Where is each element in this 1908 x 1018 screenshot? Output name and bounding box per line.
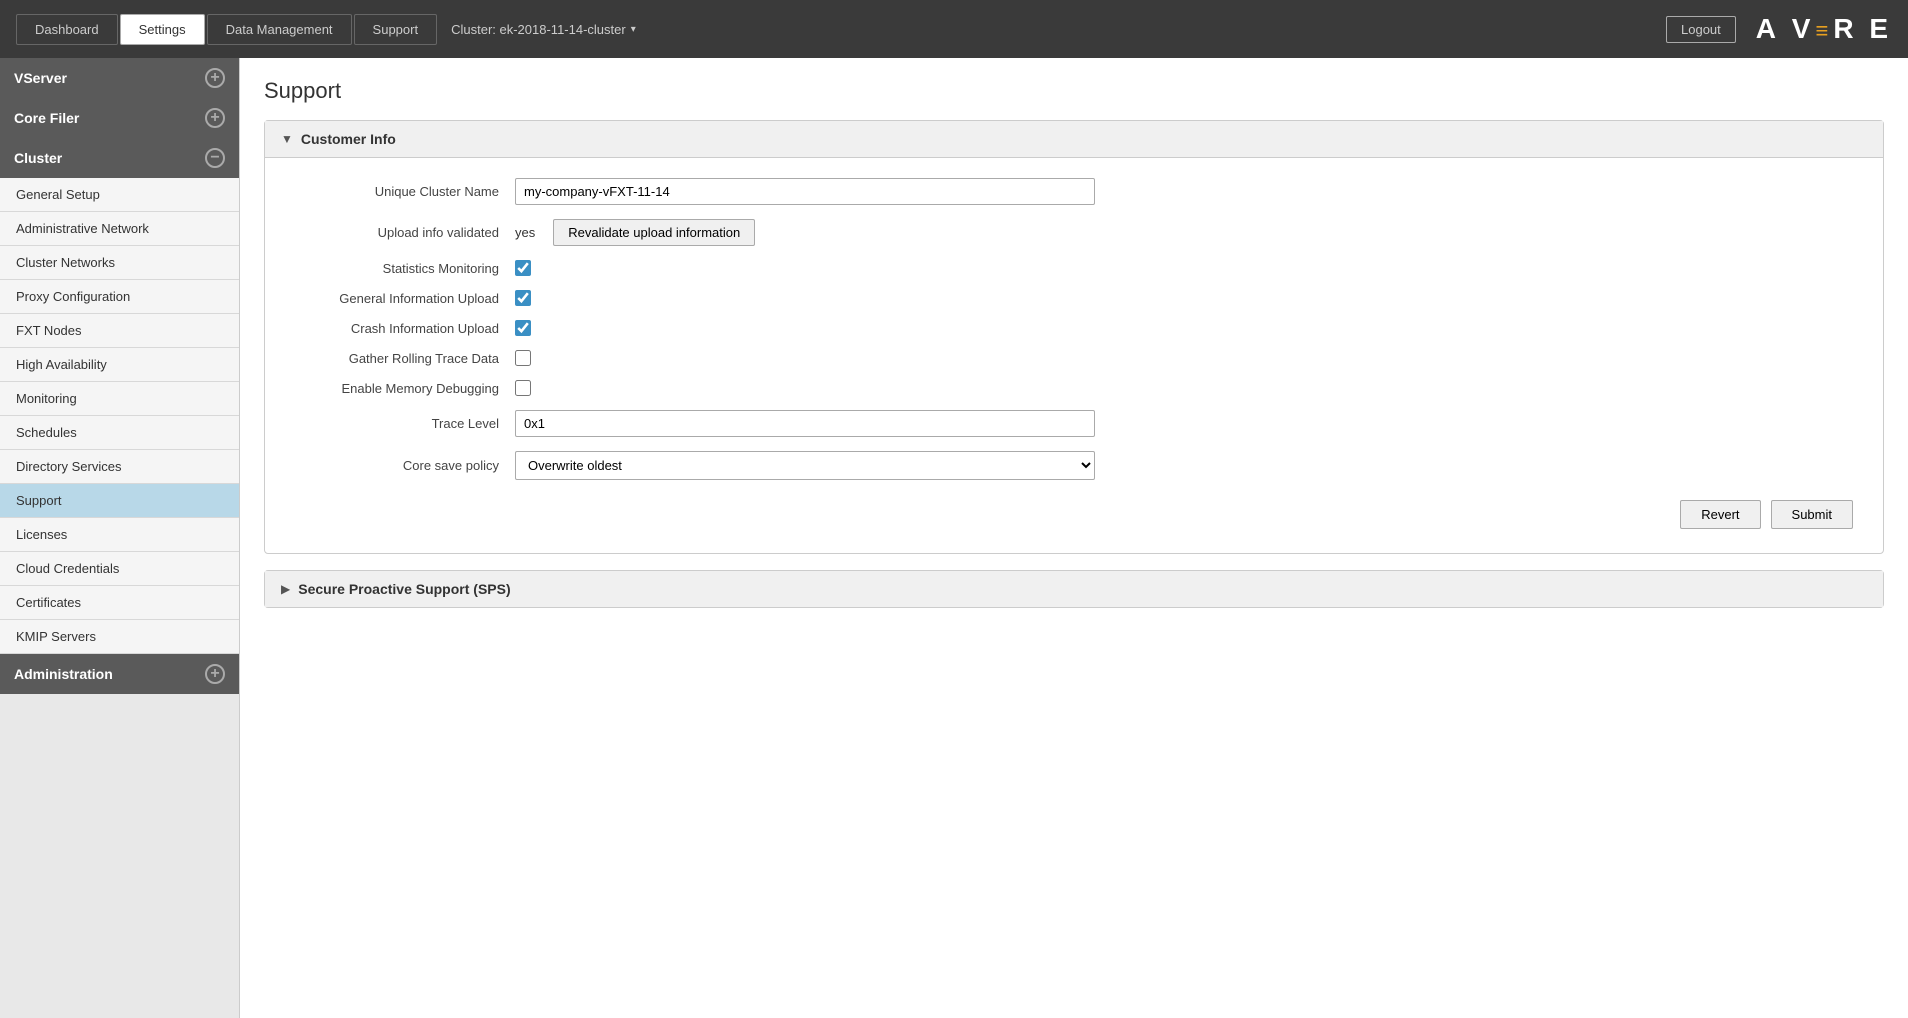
enable-memory-debug-row: Enable Memory Debugging bbox=[295, 380, 1853, 396]
sidebar-item-cluster-networks[interactable]: Cluster Networks bbox=[0, 246, 239, 280]
core-save-policy-label: Core save policy bbox=[295, 458, 515, 473]
upload-info-label: Upload info validated bbox=[295, 225, 515, 240]
core-save-policy-select[interactable]: Overwrite oldest Keep newest Disabled bbox=[515, 451, 1095, 480]
sidebar-section-vserver-label: VServer bbox=[14, 70, 67, 86]
sidebar-item-fxt-nodes[interactable]: FXT Nodes bbox=[0, 314, 239, 348]
sidebar-section-vserver[interactable]: VServer + bbox=[0, 58, 239, 98]
tab-data-management[interactable]: Data Management bbox=[207, 14, 352, 45]
sidebar-section-cluster-label: Cluster bbox=[14, 150, 62, 166]
page-title: Support bbox=[264, 78, 1884, 104]
revalidate-button[interactable]: Revalidate upload information bbox=[553, 219, 755, 246]
sidebar-item-kmip-servers[interactable]: KMIP Servers bbox=[0, 620, 239, 654]
general-info-upload-control bbox=[515, 290, 1853, 306]
crash-info-upload-checkbox[interactable] bbox=[515, 320, 531, 336]
sps-panel-title: Secure Proactive Support (SPS) bbox=[298, 581, 510, 597]
sidebar-item-certificates[interactable]: Certificates bbox=[0, 586, 239, 620]
upload-info-status: yes bbox=[515, 225, 535, 240]
customer-info-panel: ▼ Customer Info Unique Cluster Name Uplo… bbox=[264, 120, 1884, 554]
cluster-selector[interactable]: Cluster: ek-2018-11-14-cluster ▾ bbox=[451, 22, 636, 37]
upload-info-control: yes Revalidate upload information bbox=[515, 219, 1853, 246]
avere-logo: A V≡R E bbox=[1756, 13, 1892, 45]
sidebar-section-administration-label: Administration bbox=[14, 666, 113, 682]
statistics-monitoring-control bbox=[515, 260, 1853, 276]
crash-info-upload-label: Crash Information Upload bbox=[295, 321, 515, 336]
sidebar-item-proxy-configuration[interactable]: Proxy Configuration bbox=[0, 280, 239, 314]
gather-rolling-trace-label: Gather Rolling Trace Data bbox=[295, 351, 515, 366]
sidebar-item-high-availability[interactable]: High Availability bbox=[0, 348, 239, 382]
sidebar-section-corefiler[interactable]: Core Filer + bbox=[0, 98, 239, 138]
tab-settings[interactable]: Settings bbox=[120, 14, 205, 45]
sidebar-section-administration[interactable]: Administration + bbox=[0, 654, 239, 694]
trace-level-input[interactable] bbox=[515, 410, 1095, 437]
general-info-upload-checkbox[interactable] bbox=[515, 290, 531, 306]
administration-expand-icon[interactable]: + bbox=[205, 664, 225, 684]
vserver-expand-icon[interactable]: + bbox=[205, 68, 225, 88]
sidebar-item-general-setup[interactable]: General Setup bbox=[0, 178, 239, 212]
sps-panel: ▶ Secure Proactive Support (SPS) bbox=[264, 570, 1884, 608]
enable-memory-debug-checkbox[interactable] bbox=[515, 380, 531, 396]
cluster-collapse-icon[interactable]: − bbox=[205, 148, 225, 168]
main-layout: VServer + Core Filer + Cluster − General… bbox=[0, 58, 1908, 1018]
sidebar-item-support[interactable]: Support bbox=[0, 484, 239, 518]
core-save-policy-control: Overwrite oldest Keep newest Disabled bbox=[515, 451, 1853, 480]
customer-info-panel-title: Customer Info bbox=[301, 131, 396, 147]
trace-level-control bbox=[515, 410, 1853, 437]
topbar-right: Logout A V≡R E bbox=[1666, 13, 1892, 45]
sidebar-item-licenses[interactable]: Licenses bbox=[0, 518, 239, 552]
customer-info-panel-header[interactable]: ▼ Customer Info bbox=[265, 121, 1883, 158]
sps-panel-header[interactable]: ▶ Secure Proactive Support (SPS) bbox=[265, 571, 1883, 607]
nav-tabs: Dashboard Settings Data Management Suppo… bbox=[16, 14, 636, 45]
sidebar-item-administrative-network[interactable]: Administrative Network bbox=[0, 212, 239, 246]
statistics-monitoring-checkbox[interactable] bbox=[515, 260, 531, 276]
sidebar-item-cloud-credentials[interactable]: Cloud Credentials bbox=[0, 552, 239, 586]
sidebar-section-cluster[interactable]: Cluster − bbox=[0, 138, 239, 178]
general-info-upload-label: General Information Upload bbox=[295, 291, 515, 306]
cluster-dropdown-icon: ▾ bbox=[631, 24, 636, 35]
unique-cluster-name-input[interactable] bbox=[515, 178, 1095, 205]
sidebar-item-directory-services[interactable]: Directory Services bbox=[0, 450, 239, 484]
enable-memory-debug-label: Enable Memory Debugging bbox=[295, 381, 515, 396]
sidebar-item-monitoring[interactable]: Monitoring bbox=[0, 382, 239, 416]
customer-info-panel-body: Unique Cluster Name Upload info validate… bbox=[265, 158, 1883, 553]
unique-cluster-name-label: Unique Cluster Name bbox=[295, 184, 515, 199]
form-actions: Revert Submit bbox=[295, 500, 1853, 529]
sidebar-section-corefiler-label: Core Filer bbox=[14, 110, 79, 126]
unique-cluster-name-control bbox=[515, 178, 1853, 205]
content-area: Support ▼ Customer Info Unique Cluster N… bbox=[240, 58, 1908, 1018]
crash-info-upload-row: Crash Information Upload bbox=[295, 320, 1853, 336]
general-info-upload-row: General Information Upload bbox=[295, 290, 1853, 306]
gather-rolling-trace-checkbox[interactable] bbox=[515, 350, 531, 366]
submit-button[interactable]: Submit bbox=[1771, 500, 1853, 529]
trace-level-label: Trace Level bbox=[295, 416, 515, 431]
customer-info-collapse-icon: ▼ bbox=[281, 132, 293, 146]
enable-memory-debug-control bbox=[515, 380, 1853, 396]
gather-rolling-trace-row: Gather Rolling Trace Data bbox=[295, 350, 1853, 366]
crash-info-upload-control bbox=[515, 320, 1853, 336]
sidebar: VServer + Core Filer + Cluster − General… bbox=[0, 58, 240, 1018]
upload-info-row: Upload info validated yes Revalidate upl… bbox=[295, 219, 1853, 246]
revert-button[interactable]: Revert bbox=[1680, 500, 1760, 529]
corefiler-expand-icon[interactable]: + bbox=[205, 108, 225, 128]
topbar: Dashboard Settings Data Management Suppo… bbox=[0, 0, 1908, 58]
statistics-monitoring-label: Statistics Monitoring bbox=[295, 261, 515, 276]
gather-rolling-trace-control bbox=[515, 350, 1853, 366]
sps-expand-icon: ▶ bbox=[281, 582, 290, 596]
sidebar-item-schedules[interactable]: Schedules bbox=[0, 416, 239, 450]
trace-level-row: Trace Level bbox=[295, 410, 1853, 437]
core-save-policy-row: Core save policy Overwrite oldest Keep n… bbox=[295, 451, 1853, 480]
statistics-monitoring-row: Statistics Monitoring bbox=[295, 260, 1853, 276]
tab-support[interactable]: Support bbox=[354, 14, 438, 45]
tab-dashboard[interactable]: Dashboard bbox=[16, 14, 118, 45]
unique-cluster-name-row: Unique Cluster Name bbox=[295, 178, 1853, 205]
cluster-label: Cluster: ek-2018-11-14-cluster bbox=[451, 22, 626, 37]
logout-button[interactable]: Logout bbox=[1666, 16, 1736, 43]
